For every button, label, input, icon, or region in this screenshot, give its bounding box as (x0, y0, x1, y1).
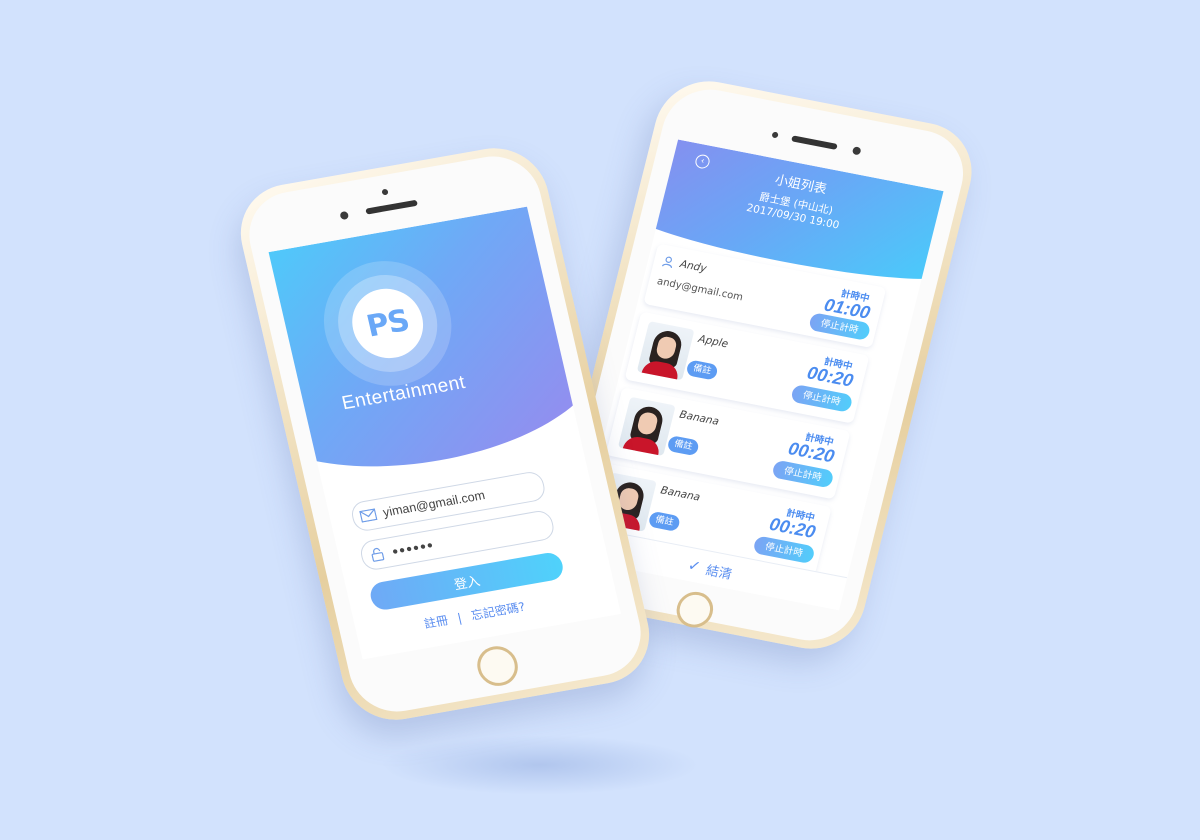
phone-login: PS Entertainment yiman@gmail.com ●●●●●● … (230, 140, 660, 728)
item-name: Banana (659, 484, 702, 504)
home-button[interactable] (473, 643, 522, 690)
item-name: Apple (697, 332, 730, 351)
email-value: yiman@gmail.com (381, 488, 487, 520)
front-camera (381, 188, 389, 196)
link-separator: | (456, 610, 464, 626)
login-screen: PS Entertainment yiman@gmail.com ●●●●●● … (268, 206, 621, 660)
floor-shadow (380, 735, 700, 795)
list-screen: ‹ 小姐列表 爵士堡 (中山北) 2017/09/30 19:00 Andy a… (573, 139, 944, 611)
speaker (365, 199, 418, 215)
forgot-password-link[interactable]: 忘記密碼? (470, 600, 527, 623)
checkout-label: 結清 (704, 562, 734, 583)
speaker (791, 135, 838, 150)
logo-text: PS (363, 302, 413, 345)
note-badge[interactable]: 備註 (685, 359, 719, 381)
lock-icon (361, 545, 394, 564)
home-button[interactable] (672, 588, 717, 631)
password-value: ●●●●●● (390, 539, 436, 558)
item-name: Banana (678, 408, 721, 428)
front-camera (771, 131, 779, 139)
login-hero: PS Entertainment (268, 206, 618, 492)
avatar (636, 321, 695, 381)
phone-login-face: PS Entertainment yiman@gmail.com ●●●●●● … (240, 149, 650, 719)
customer-email: andy@gmail.com (655, 276, 745, 304)
sensor (851, 146, 862, 156)
sensor (339, 210, 350, 221)
note-badge[interactable]: 備註 (647, 510, 682, 533)
customer-name: Andy (678, 258, 708, 275)
note-badge[interactable]: 備註 (666, 435, 700, 457)
check-icon: ✓ (686, 555, 703, 576)
avatar (617, 396, 676, 457)
register-link[interactable]: 註冊 (423, 613, 450, 631)
user-icon (661, 255, 677, 270)
mail-icon (352, 507, 384, 524)
